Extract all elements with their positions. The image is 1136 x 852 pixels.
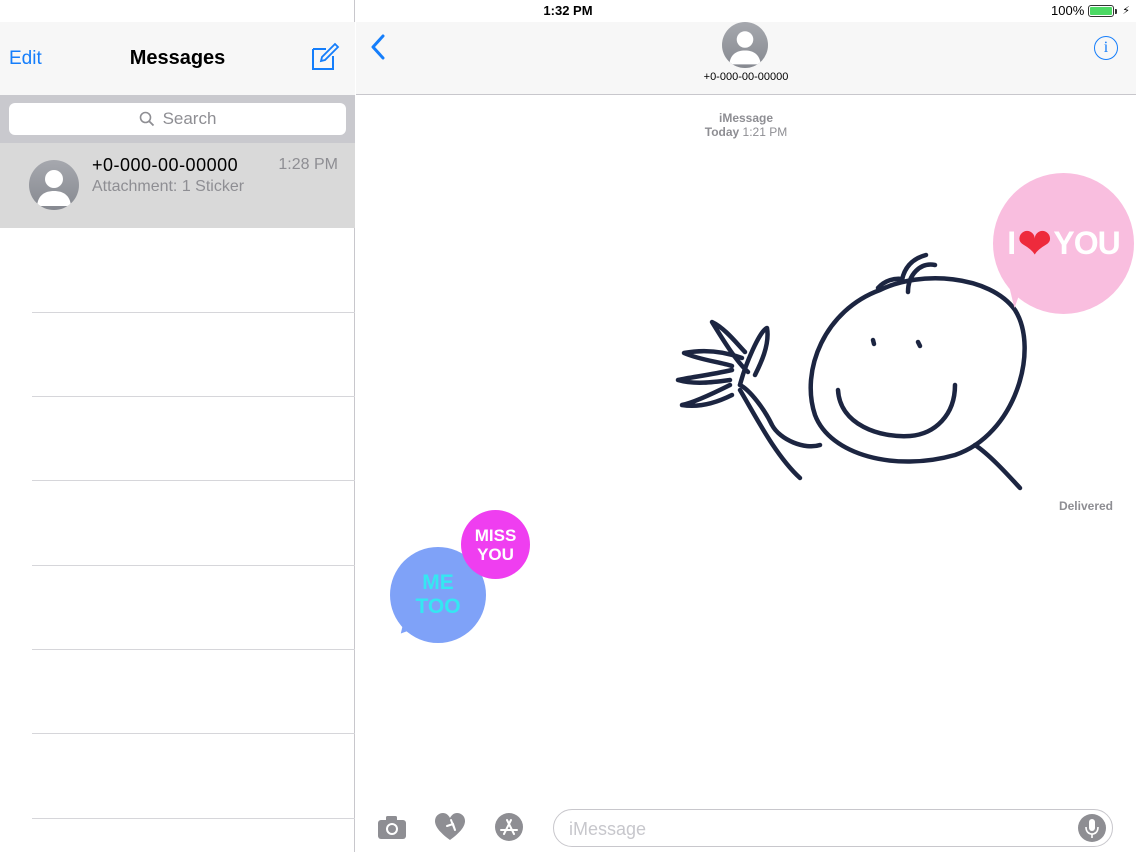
divider [32, 818, 355, 819]
time-label: 1:21 PM [742, 125, 788, 139]
info-icon[interactable]: i [1094, 36, 1118, 60]
person-icon [729, 31, 761, 65]
conversation-preview: Attachment: 1 Sticker [92, 178, 245, 195]
divider [32, 396, 355, 397]
battery-percent: 100% [1051, 3, 1085, 18]
smiley-drawing-sticker[interactable] [670, 250, 1040, 500]
camera-icon[interactable] [375, 812, 409, 842]
service-label: iMessage [718, 111, 774, 125]
divider [32, 480, 355, 481]
conversation-list-pane: Edit Messages Search +0-000-00-00000 1:2… [0, 0, 355, 852]
heart-icon: ❤ [1017, 220, 1052, 267]
day-label: Today [704, 125, 740, 139]
compose-icon[interactable] [310, 42, 340, 72]
conversation-name: +0-000-00-00000 [92, 155, 239, 175]
microphone-icon [1085, 819, 1099, 838]
i-love-you-sticker[interactable]: I ❤ YOU [993, 173, 1134, 314]
battery-icon [1088, 4, 1118, 17]
message-input[interactable]: iMessage [553, 809, 1113, 847]
miss-you-sticker[interactable]: MISS YOU [461, 510, 530, 579]
left-nav-bar: Edit Messages [0, 22, 355, 95]
page-title: Messages [129, 47, 226, 69]
back-chevron-icon[interactable] [368, 34, 388, 60]
app-store-icon[interactable] [492, 812, 526, 842]
message-timestamp-header: iMessage Today 1:21 PM [356, 111, 1136, 139]
avatar [29, 160, 79, 210]
search-bar: Search [0, 95, 355, 143]
search-placeholder: Search [162, 109, 217, 128]
charging-icon: ⚡ [1122, 5, 1130, 17]
message-input-placeholder: iMessage [569, 819, 647, 839]
list-item[interactable]: +0-000-00-00000 1:28 PM Attachment: 1 St… [0, 143, 355, 228]
divider [32, 312, 355, 313]
person-icon [37, 170, 71, 206]
conversation-header: +0-000-00-00000 i [356, 22, 1136, 95]
message-input-bar: iMessage [356, 800, 1136, 852]
divider [32, 649, 355, 650]
contact-number[interactable]: +0-000-00-00000 [356, 71, 1136, 83]
delivered-status: Delivered [1058, 499, 1113, 513]
divider [32, 733, 355, 734]
divider [32, 565, 355, 566]
contact-avatar[interactable] [722, 22, 768, 68]
microphone-button[interactable] [1078, 814, 1106, 842]
search-icon [139, 111, 154, 127]
digital-touch-heart-icon[interactable] [433, 812, 467, 842]
search-input[interactable]: Search [9, 103, 346, 135]
conversation-time: 1:28 PM [278, 156, 338, 173]
